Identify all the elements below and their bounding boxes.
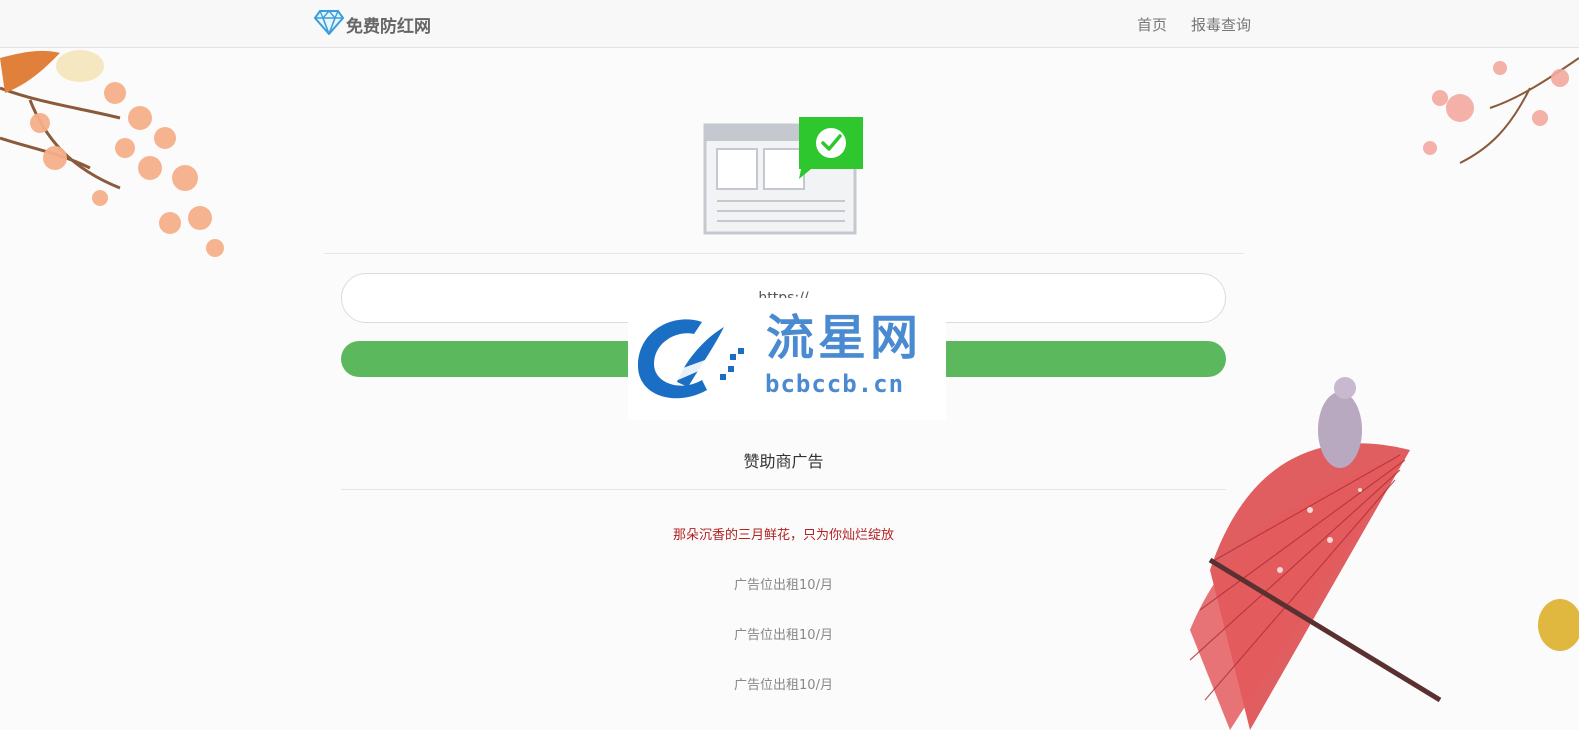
blossom-branch-right-decoration (1423, 57, 1579, 164)
sponsor-divider (341, 489, 1226, 490)
nav-link-virus-check[interactable]: 报毒查询 (1191, 14, 1251, 35)
nav-link-home[interactable]: 首页 (1137, 14, 1167, 35)
top-navbar: 免费防红网 首页 报毒查询 (0, 0, 1579, 48)
sponsor-title: 赞助商广告 (743, 452, 824, 471)
ad-slot-1[interactable]: 广告位出租10/月 (341, 574, 1226, 593)
brand-name: 免费防红网 (346, 16, 431, 37)
watermark-logo-icon (632, 312, 750, 410)
ad-slot-2[interactable]: 广告位出租10/月 (341, 624, 1226, 643)
watermark-overlay: 流星网 bcbccb.cn (628, 298, 946, 420)
ad-link-featured[interactable]: 那朵沉香的三月鲜花，只为你灿烂绽放 (341, 524, 1226, 543)
nav-links: 首页 报毒查询 (1137, 0, 1251, 48)
browser-check-icon (703, 117, 865, 241)
blossom-branch-left-decoration (0, 50, 224, 257)
brand-logo[interactable]: 免费防红网 (313, 9, 431, 39)
diamond-icon (313, 9, 345, 39)
ad-slot-3[interactable]: 广告位出租10/月 (341, 674, 1226, 693)
hero-divider (324, 253, 1244, 254)
watermark-domain: bcbccb.cn (765, 370, 905, 398)
watermark-title: 流星网 (766, 310, 923, 366)
